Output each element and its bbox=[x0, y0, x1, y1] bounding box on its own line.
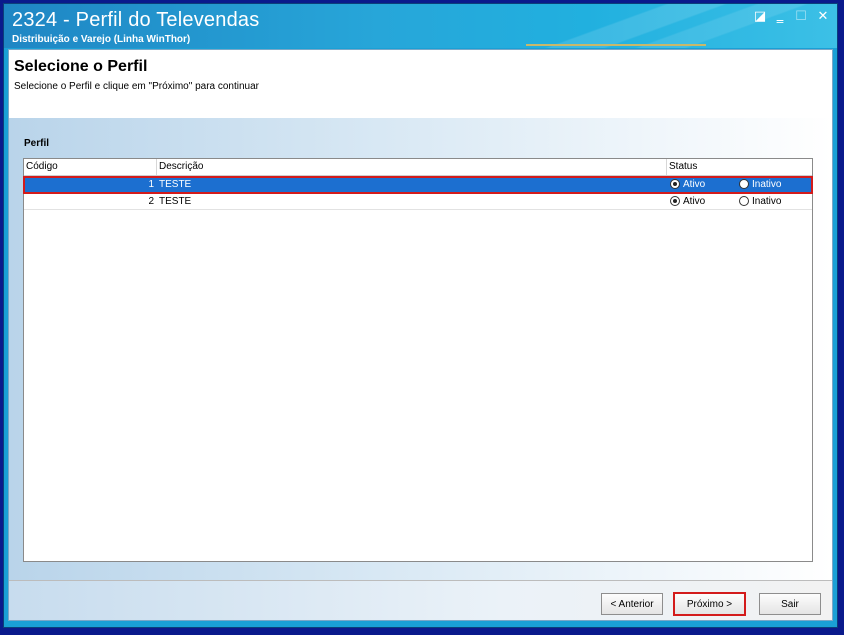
status-ativo-radio[interactable] bbox=[670, 179, 680, 189]
wizard-header: Selecione o Perfil Selecione o Perfil e … bbox=[9, 50, 832, 118]
grid-header: Código Descrição Status bbox=[24, 159, 812, 176]
status-ativo-label: Ativo bbox=[683, 196, 706, 207]
status-inativo-label: Inativo bbox=[752, 196, 782, 207]
title-bar[interactable]: 2324 - Perfil do Televendas Distribuição… bbox=[4, 4, 837, 48]
app-window: 2324 - Perfil do Televendas Distribuição… bbox=[3, 3, 838, 628]
page-instruction: Selecione o Perfil e clique em "Próximo"… bbox=[14, 81, 259, 92]
page-title: Selecione o Perfil bbox=[14, 58, 148, 75]
restore-icon[interactable]: ◪ bbox=[752, 10, 768, 24]
maximize-icon[interactable]: ☐ bbox=[793, 10, 809, 24]
column-header-codigo[interactable]: Código bbox=[24, 159, 157, 175]
cell-codigo: 1 bbox=[148, 179, 154, 190]
status-ativo-radio[interactable] bbox=[670, 196, 680, 206]
close-icon[interactable]: ✕ bbox=[815, 10, 831, 24]
window-title: 2324 - Perfil do Televendas bbox=[12, 9, 260, 31]
proximo-button[interactable]: Próximo > bbox=[673, 592, 746, 616]
status-inativo-radio[interactable] bbox=[739, 196, 749, 206]
window-subtitle: Distribuição e Varejo (Linha WinThor) bbox=[12, 34, 191, 45]
anterior-button[interactable]: < Anterior bbox=[601, 593, 663, 615]
title-bar-accent-line bbox=[526, 44, 706, 46]
status-inativo-label: Inativo bbox=[752, 179, 782, 190]
sair-button[interactable]: Sair bbox=[759, 593, 821, 615]
perfil-grid[interactable]: Código Descrição Status 1 TESTE Ativo In… bbox=[23, 158, 813, 562]
wizard-body: Perfil Código Descrição Status 1 TESTE A… bbox=[9, 118, 832, 580]
perfil-group-label: Perfil bbox=[24, 138, 50, 149]
table-row[interactable]: 1 TESTE Ativo Inativo bbox=[23, 176, 813, 194]
status-ativo-label: Ativo bbox=[683, 179, 706, 190]
column-header-descricao[interactable]: Descrição bbox=[157, 159, 667, 175]
cell-codigo: 2 bbox=[148, 196, 154, 207]
cell-descricao: TESTE bbox=[159, 179, 192, 190]
wizard-footer: < Anterior Próximo > Sair bbox=[9, 580, 832, 620]
minimize-icon[interactable]: ‗ bbox=[772, 10, 788, 24]
table-row[interactable]: 2 TESTE Ativo Inativo bbox=[24, 194, 812, 210]
wizard-panel: Selecione o Perfil Selecione o Perfil e … bbox=[8, 49, 833, 621]
column-header-status[interactable]: Status bbox=[667, 159, 812, 175]
status-inativo-radio[interactable] bbox=[739, 179, 749, 189]
cell-descricao: TESTE bbox=[159, 196, 192, 207]
